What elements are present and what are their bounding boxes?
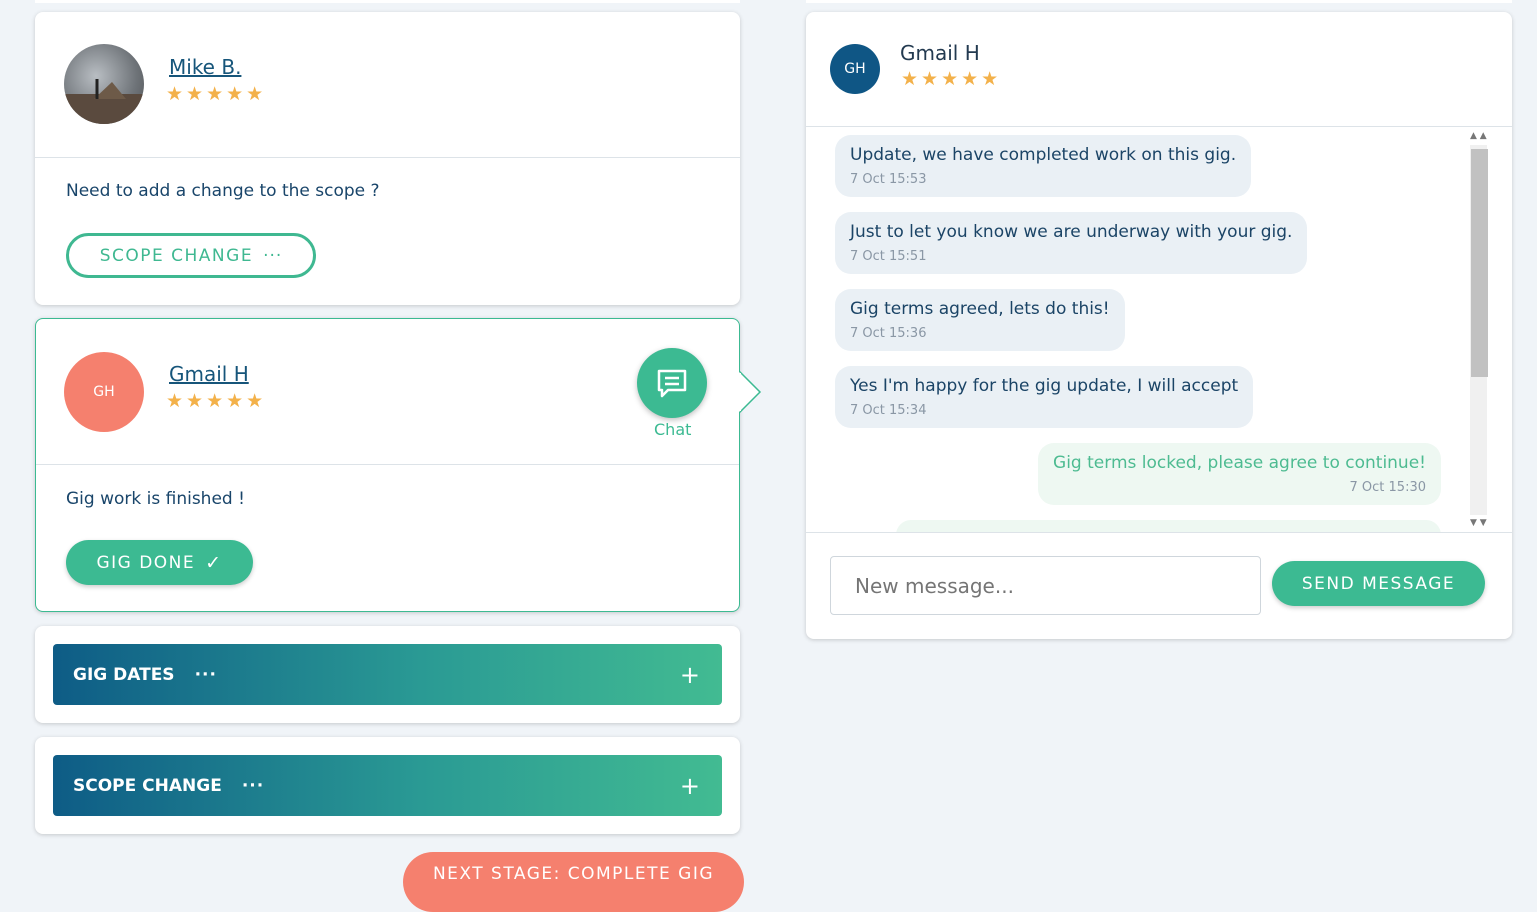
gig-card[interactable]: GH Gmail H ★★★★★ Chat Gig work is finish…: [35, 318, 740, 612]
scroll-down-arrow-icon[interactable]: ▼ ▼: [1470, 518, 1500, 528]
message-bubble-partial: [896, 520, 1441, 532]
next-stage-label: NEXT STAGE: COMPLETE GIG: [432, 864, 715, 884]
rating-stars: ★★★★★: [166, 390, 267, 412]
scroll-up-arrow-icon[interactable]: ▲ ▲: [1470, 131, 1500, 141]
divider: [35, 157, 740, 158]
message-bubble: Update, we have completed work on this g…: [835, 135, 1252, 197]
gig-status-text: Gig work is finished !: [66, 489, 245, 509]
top-strip-right: [806, 0, 1512, 3]
expand-plus-icon[interactable]: +: [680, 772, 700, 800]
message-text: Update, we have completed work on this g…: [850, 145, 1237, 165]
message-text: Gig terms locked, please agree to contin…: [1053, 453, 1426, 473]
section-title: GIG DATES: [73, 664, 175, 685]
message-text: Yes I'm happy for the gig update, I will…: [850, 376, 1239, 396]
chat-label: Chat: [654, 420, 692, 439]
selection-pointer-icon: [739, 371, 762, 413]
new-message-input[interactable]: [830, 556, 1261, 615]
avatar: [64, 44, 144, 124]
scrollbar-thumb[interactable]: [1471, 149, 1488, 377]
gig-dates-section: GIG DATES ··· +: [35, 626, 740, 723]
user-card: Mike B. ★★★★★ Need to add a change to th…: [35, 12, 740, 305]
scope-change-button[interactable]: SCOPE CHANGE ···: [66, 233, 316, 278]
rating-stars: ★★★★★: [166, 83, 267, 105]
scope-change-header[interactable]: SCOPE CHANGE ··· +: [53, 755, 722, 816]
top-strip-left: [35, 0, 740, 3]
message-bubble: Yes I'm happy for the gig update, I will…: [835, 366, 1254, 428]
photo-avatar-image: [64, 79, 144, 124]
message-text: Gig terms agreed, lets do this!: [850, 299, 1110, 319]
more-dots-icon: ···: [241, 775, 265, 796]
avatar: GH: [64, 352, 144, 432]
gig-user-name-link[interactable]: Gmail H: [169, 362, 249, 386]
message-bubble: Gig terms agreed, lets do this! 7 Oct 15…: [835, 289, 1125, 351]
chat-avatar: GH: [830, 44, 880, 94]
message-text: Just to let you know we are underway wit…: [850, 222, 1293, 242]
divider: [36, 464, 739, 465]
send-message-label: SEND MESSAGE: [1301, 573, 1456, 594]
more-dots-icon: ···: [263, 245, 283, 266]
message-bubble-sent: Gig terms locked, please agree to contin…: [1038, 443, 1441, 505]
more-dots-icon: ···: [194, 664, 217, 685]
message-time: 7 Oct 15:36: [850, 326, 927, 341]
message-time: 7 Oct 15:34: [850, 403, 927, 418]
check-icon: ✓: [205, 551, 223, 574]
scrollbar[interactable]: ▲ ▲ ▼ ▼: [1468, 131, 1502, 529]
message-time: 7 Oct 15:53: [850, 172, 927, 187]
next-stage-button[interactable]: NEXT STAGE: COMPLETE GIG: [403, 852, 744, 912]
message-time: 7 Oct 15:51: [850, 249, 927, 264]
avatar-initials: GH: [844, 61, 866, 77]
message-bubble: Just to let you know we are underway wit…: [835, 212, 1308, 274]
expand-plus-icon[interactable]: +: [680, 661, 700, 689]
send-message-button[interactable]: SEND MESSAGE: [1272, 561, 1485, 606]
scope-change-button-label: SCOPE CHANGE: [99, 245, 254, 266]
section-title: SCOPE CHANGE: [73, 775, 222, 796]
chat-panel: GH Gmail H ★★★★★ Update, we have complet…: [806, 12, 1512, 639]
message-list[interactable]: Update, we have completed work on this g…: [806, 127, 1512, 532]
rating-stars: ★★★★★: [901, 68, 1002, 90]
divider: [806, 532, 1512, 533]
chat-button[interactable]: [637, 348, 707, 418]
scope-prompt-text: Need to add a change to the scope ?: [66, 181, 380, 201]
chat-contact-name: Gmail H: [900, 41, 980, 65]
gig-done-button[interactable]: GIG DONE ✓: [66, 540, 253, 585]
scope-change-section: SCOPE CHANGE ··· +: [35, 737, 740, 834]
chat-bubble-icon: [657, 369, 687, 398]
gig-dates-header[interactable]: GIG DATES ··· +: [53, 644, 722, 705]
message-time: 7 Oct 15:30: [1349, 480, 1426, 495]
gig-done-button-label: GIG DONE: [96, 552, 196, 573]
user-name-link[interactable]: Mike B.: [169, 55, 241, 79]
avatar-initials: GH: [93, 384, 115, 400]
